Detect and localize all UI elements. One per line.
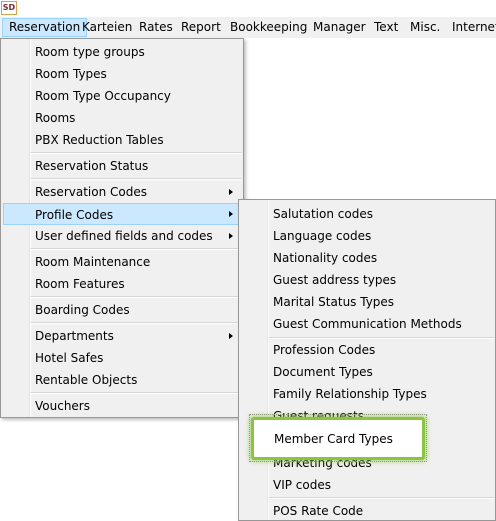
menubar-misc[interactable]: Misc. [404, 18, 446, 37]
menu-item-hotel-safes[interactable]: Hotel Safes [3, 347, 241, 369]
menu-item-label: User defined fields and codes [35, 229, 213, 243]
menubar-report[interactable]: Report [175, 18, 227, 37]
menu-item-label: Boarding Codes [35, 303, 130, 317]
menu-item-label: POS Rate Code [273, 504, 364, 518]
submenu-item-salutation-codes[interactable]: Salutation codes [241, 203, 495, 225]
menubar-text[interactable]: Text [368, 18, 404, 37]
menu-item-label: Hotel Safes [35, 351, 104, 365]
menu-item-label: Family Relationship Types [273, 387, 427, 401]
submenu-item-family-relationship-types[interactable]: Family Relationship Types [241, 383, 495, 405]
menubar-internet[interactable]: Internet [446, 18, 496, 37]
member-card-types-callout[interactable]: Member Card Types [251, 417, 425, 460]
member-card-types-label: Member Card Types [274, 432, 393, 446]
menu-item-rentable-objects[interactable]: Rentable Objects [3, 369, 241, 391]
submenu-arrow-icon [229, 189, 233, 195]
menu-separator [31, 322, 241, 324]
submenu-item-guest-address-types[interactable]: Guest address types [241, 269, 495, 291]
submenu-item-language-codes[interactable]: Language codes [241, 225, 495, 247]
menu-separator [269, 497, 495, 499]
menu-item-label: Guest address types [273, 273, 397, 287]
menu-separator [31, 392, 241, 394]
submenu-arrow-icon [229, 211, 233, 217]
menu-separator [31, 248, 241, 250]
menu-item-reservation-codes[interactable]: Reservation Codes [3, 181, 241, 203]
menubar-reservation[interactable]: Reservation [2, 18, 88, 37]
menu-item-label: Room type groups [35, 45, 145, 59]
menu-item-room-type-groups[interactable]: Room type groups [3, 41, 241, 63]
menu-item-label: Room Maintenance [35, 255, 151, 269]
menu-item-label: Language codes [273, 229, 372, 243]
menubar-karteien[interactable]: Karteien [76, 18, 138, 37]
menu-item-label: Room Type Occupancy [35, 89, 171, 103]
menu-item-room-features[interactable]: Room Features [3, 273, 241, 295]
menu-item-label: Rooms [35, 111, 76, 125]
menu-item-room-maintenance[interactable]: Room Maintenance [3, 251, 241, 273]
menu-item-label: Reservation Codes [35, 185, 147, 199]
menu-item-label: Reservation Status [35, 159, 149, 173]
submenu-item-pos-rate-code[interactable]: POS Rate Code [241, 500, 495, 521]
menu-item-vouchers[interactable]: Vouchers [3, 395, 241, 417]
menu-item-label: Nationality codes [273, 251, 378, 265]
menu-item-label: VIP codes [273, 478, 331, 492]
menu-item-label: Profession Codes [273, 343, 376, 357]
menu-item-label: Vouchers [35, 399, 90, 413]
submenu-item-nationality-codes[interactable]: Nationality codes [241, 247, 495, 269]
menu-item-label: Rentable Objects [35, 373, 138, 387]
submenu-item-document-types[interactable]: Document Types [241, 361, 495, 383]
menu-item-label: Room Types [35, 67, 107, 81]
menu-item-pbx-reduction-tables[interactable]: PBX Reduction Tables [3, 129, 241, 151]
menu-item-reservation-status[interactable]: Reservation Status [3, 155, 241, 177]
menu-item-label: Room Features [35, 277, 125, 291]
menu-item-label: Profile Codes [35, 208, 114, 222]
menu-item-label: Document Types [273, 365, 373, 379]
menu-item-departments[interactable]: Departments [3, 325, 241, 347]
submenu-item-marital-status-types[interactable]: Marital Status Types [241, 291, 495, 313]
submenu-arrow-icon [229, 333, 233, 339]
menu-item-label: Salutation codes [273, 207, 373, 221]
menu-item-room-types[interactable]: Room Types [3, 63, 241, 85]
menu-separator [31, 152, 241, 154]
menu-item-user-defined-fields[interactable]: User defined fields and codes [3, 225, 241, 247]
profile-codes-submenu: Salutation codes Language codes National… [238, 199, 496, 521]
menubar-rates[interactable]: Rates [133, 18, 179, 37]
submenu-arrow-icon [229, 233, 233, 239]
menu-item-label: Departments [35, 329, 114, 343]
submenu-item-guest-communication-methods[interactable]: Guest Communication Methods [241, 313, 495, 335]
menu-item-boarding-codes[interactable]: Boarding Codes [3, 299, 241, 321]
menubar-manager[interactable]: Manager [307, 18, 372, 37]
menubar-bookkeeping[interactable]: Bookkeeping [224, 18, 313, 37]
menu-item-rooms[interactable]: Rooms [3, 107, 241, 129]
submenu-item-profession-codes[interactable]: Profession Codes [241, 339, 495, 361]
menu-item-label: Marital Status Types [273, 295, 395, 309]
menu-item-label: Guest Communication Methods [273, 317, 462, 331]
title-bar: SD [0, 0, 496, 17]
menu-bar: Reservation Karteien Rates Report Bookke… [0, 17, 496, 38]
menu-item-room-type-occupancy[interactable]: Room Type Occupancy [3, 85, 241, 107]
menu-item-profile-codes[interactable]: Profile Codes [3, 203, 241, 225]
menu-item-label: PBX Reduction Tables [35, 133, 164, 147]
submenu-item-vip-codes[interactable]: VIP codes [241, 474, 495, 496]
menu-separator [31, 178, 241, 180]
menu-separator [31, 296, 241, 298]
reservation-menu: Room type groups Room Types Room Type Oc… [0, 38, 244, 418]
app-icon: SD [1, 1, 17, 15]
